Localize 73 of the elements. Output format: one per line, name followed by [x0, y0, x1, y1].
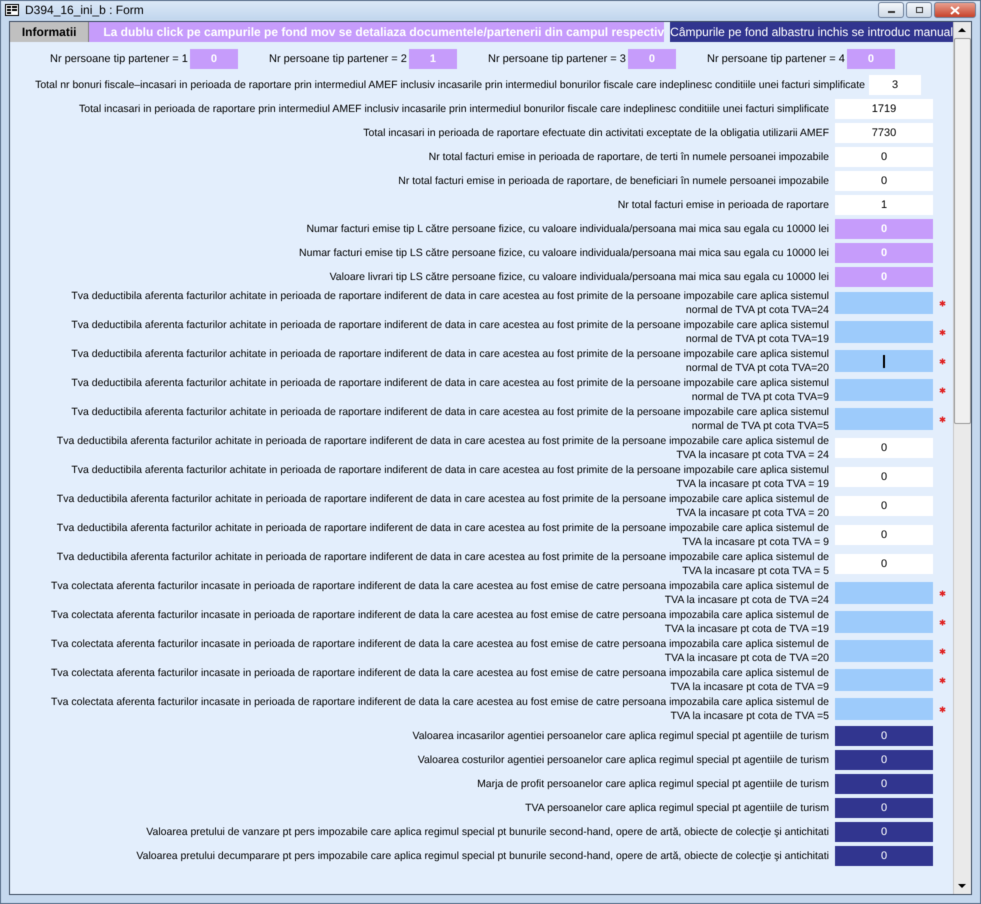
- field-label: Nr total facturi emise in perioada de raportare: [616, 198, 829, 212]
- field-label: Total incasari in perioada de raportare efectuate din activitati exceptate de la obligatia utilizarii AMEF: [362, 126, 829, 140]
- input-field[interactable]: [835, 321, 933, 343]
- field-label: Tva deductibila aferenta facturilor achitate in perioada de raportare indiferent de data in care acestea au fost primite de la persoane impozabile care aplica sistemul normal de TVA pt cota TVA=20: [70, 347, 829, 375]
- field-label: Valoare livrari tip LS către persoane fizice, cu valoare individuala/persoana mai mica sau egala cu 10000 lei: [328, 270, 829, 284]
- input-field[interactable]: [835, 379, 933, 401]
- field-label: Valoarea pretului de vanzare pt pers impozabile care aplica regimul special pt bunurile second-hand, opere de artă, obiecte de colecţie şi antichitati: [145, 824, 829, 838]
- input-field[interactable]: [835, 350, 933, 372]
- field-label: Tva deductibila aferenta facturilor achitate in perioada de raportare indiferent de data in care acestea au fost primite de la persoane impozabile care aplica sistemul de TVA la incasare pt cota TVA = 24: [56, 434, 829, 462]
- close-button[interactable]: [934, 2, 976, 18]
- input-field[interactable]: 0: [835, 496, 933, 516]
- field-label: Nr total facturi emise in perioada de raportare, de terti în numele persoanei impozabile: [428, 150, 829, 164]
- field-label: Nr persoane tip partener = 1: [50, 53, 188, 65]
- input-field[interactable]: [835, 408, 933, 430]
- field-label: Tva deductibila aferenta facturilor achitate in perioada de raportare indiferent de data in care acestea au fost primite de la persoane impozabile care aplica sistemul de TVA la incasare pt cota TVA = 9: [56, 521, 829, 549]
- input-field[interactable]: [835, 698, 933, 720]
- field-label: Nr persoane tip partener = 2: [269, 53, 407, 65]
- field-label: Tva deductibila aferenta facturilor achitate in perioada de raportare indiferent de data in care acestea au fost primite de la persoane impozabile care aplica sistemul normal de TVA pt cota TVA=24: [70, 289, 829, 317]
- input-field[interactable]: 0: [835, 525, 933, 545]
- input-field[interactable]: 0: [835, 846, 933, 866]
- field-label: Valoarea costurilor agentiei persoanelor care aplica regimul special pt agentiile de turism: [416, 752, 829, 766]
- input-field[interactable]: 0: [835, 726, 933, 746]
- input-field[interactable]: [835, 582, 933, 604]
- field-label: Tva deductibila aferenta facturilor achitate in perioada de raportare indiferent de data in care acestea au fost primite de la persoane impozabile care aplica sistemul TVA la incasare pt cota TVA = 19: [70, 463, 829, 491]
- field-label: Tva colectata aferenta facturilor incasate in perioada de raportare indiferent de data la care acestea au fost emise de catre persoana impozabila care aplica sistemul de TVA la incasare pt cota de TVA =19: [50, 608, 829, 636]
- field-label: Tva colectata aferenta facturilor incasate in perioada de raportare indiferent de data la care acestea au fost emise de catre persoana impozabila care aplica sistemul de TVA la incasare pt cota de TVA =24: [50, 579, 829, 607]
- field-label: Numar facturi emise tip L către persoane fizice, cu valoare individuala/persoana mai mica sau egala cu 10000 lei: [305, 222, 829, 236]
- field-label: Total nr bonuri fiscale–incasari in perioada de raportare prin intermediul AMEF inclusiv incasarile prin intermediul bonurilor fiscale care indeplinesc conditiile unei facturi simplificate: [34, 78, 865, 92]
- scrollbar[interactable]: [953, 22, 971, 894]
- field-label: Tva colectata aferenta facturilor incasate in perioada de raportare indiferent de data la care acestea au fost emise de catre persoana impozabila care aplica sistemul de TVA la incasare pt cota de TVA =5: [50, 695, 829, 723]
- field-label: Tva deductibila aferenta facturilor achitate in perioada de raportare indiferent de data in care acestea au fost primite de la persoane impozabile care aplica sistemul de TVA la incasare pt cota TVA = 5: [56, 550, 829, 578]
- input-field[interactable]: 0: [835, 467, 933, 487]
- field-label: Tva deductibila aferenta facturilor achitate in perioada de raportare indiferent de data in care acestea au fost primite de la persoane impozabile care aplica sistemul normal de TVA pt cota TVA=5: [70, 405, 829, 433]
- close-icon: [950, 6, 960, 14]
- field-label: Nr total facturi emise in perioada de raportare, de beneficiari în numele persoanei impozabile: [397, 174, 829, 188]
- field-label: Nr persoane tip partener = 3: [488, 53, 626, 65]
- field-label: Valoarea pretului decumparare pt pers impozabile care aplica regimul special pt bunurile second-hand, opere de artă, obiecte de colecţie şi antichitati: [135, 848, 829, 862]
- maximize-button[interactable]: [906, 2, 932, 18]
- field-label: Numar facturi emise tip LS către persoane fizice, cu valoare individuala/persoana mai mica sau egala cu 10000 lei: [298, 246, 829, 260]
- field-label: Valoarea incasarilor agentiei persoanelor care aplica regimul special pt agentiile de turism: [411, 728, 829, 742]
- text-cursor: [883, 354, 885, 368]
- input-field[interactable]: 1: [835, 194, 933, 214]
- input-field[interactable]: 0: [835, 554, 933, 574]
- input-field[interactable]: 3: [869, 74, 921, 94]
- input-field[interactable]: 1719: [835, 98, 933, 118]
- field-label: Total incasari in perioada de raportare prin intermediul AMEF inclusiv incasarile prin intermediul bonurilor fiscale care indeplinesc conditiile unei facturi simplificate: [78, 102, 829, 116]
- field-label: Tva deductibila aferenta facturilor achitate in perioada de raportare indiferent de data in care acestea au fost primite de la persoane impozabile care aplica sistemul normal de TVA pt cota TVA=9: [70, 376, 829, 404]
- field-label: Marja de profit persoanelor care aplica regimul special pt agentiile de turism: [476, 776, 829, 790]
- window-title: D394_16_ini_b : Form: [25, 3, 145, 17]
- input-field[interactable]: 7730: [835, 122, 933, 142]
- input-field[interactable]: [835, 669, 933, 691]
- input-field[interactable]: 0: [835, 822, 933, 842]
- input-field[interactable]: 0: [835, 798, 933, 818]
- field-label: Tva deductibila aferenta facturilor achitate in perioada de raportare indiferent de data in care acestea au fost primite de la persoane impozabile care aplica sistemul normal de TVA pt cota TVA=19: [70, 318, 829, 346]
- field-label: Tva colectata aferenta facturilor incasate in perioada de raportare indiferent de data la care acestea au fost emise de catre persoana impozabila care aplica sistemul de TVA la incasare pt cota de TVA =20: [50, 637, 829, 665]
- input-field[interactable]: [835, 611, 933, 633]
- input-field[interactable]: 0: [835, 774, 933, 794]
- field-label: Tva deductibila aferenta facturilor achitate in perioada de raportare indiferent de data in care acestea au fost primite de la persoane impozabile care aplica sistemul de TVA la incasare pt cota TVA = 20: [56, 492, 829, 520]
- field-label: Tva colectata aferenta facturilor incasate in perioada de raportare indiferent de data la care acestea au fost emise de catre persoana impozabila care aplica sistemul de TVA la incasare pt cota de TVA =9: [50, 666, 829, 694]
- field-label: TVA persoanelor care aplica regimul special pt agentiile de turism: [524, 800, 829, 814]
- input-field[interactable]: 0: [835, 438, 933, 458]
- input-field[interactable]: 0: [835, 750, 933, 770]
- minimize-button[interactable]: [878, 2, 904, 18]
- input-field[interactable]: [835, 640, 933, 662]
- input-field[interactable]: [835, 292, 933, 314]
- field-label: Nr persoane tip partener = 4: [707, 53, 845, 65]
- maximize-icon: [914, 6, 924, 14]
- info-banner: La dublu click pe campurile pe fond mov se detaliaza documentele/partenerii din campul respectiv: [89, 22, 664, 42]
- informatii-tab[interactable]: Informatii: [10, 22, 90, 42]
- info-banner: Câmpurile pe fond albastru inchis se introduc manual: [670, 22, 953, 42]
- input-field[interactable]: 0: [835, 146, 933, 166]
- form-icon: [5, 4, 19, 16]
- input-field[interactable]: 0: [835, 170, 933, 190]
